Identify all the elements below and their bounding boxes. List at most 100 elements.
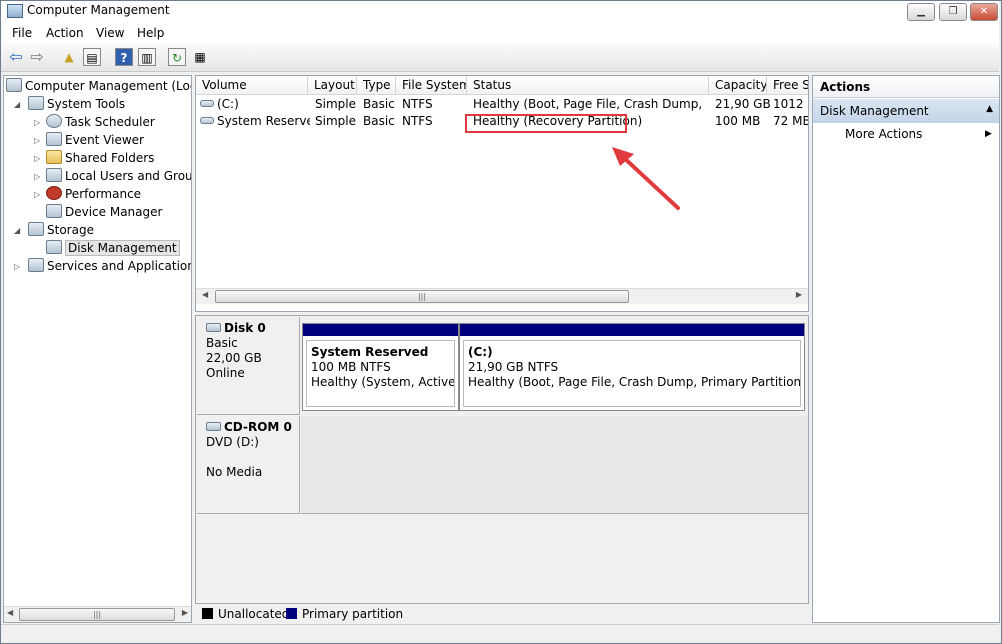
storage-icon (28, 222, 44, 236)
table-row[interactable]: (C:) (200, 96, 306, 113)
tree-item-services-and-applications[interactable]: Services and Applications (28, 257, 191, 275)
cell-layout: Simple (315, 114, 356, 128)
expand-arrow-icon[interactable]: ▷ (34, 136, 40, 145)
column-header-type[interactable]: Type (357, 76, 396, 95)
unallocated-swatch (202, 608, 213, 619)
up-folder-icon[interactable]: ▲ (60, 48, 78, 66)
partition-status: Healthy (Boot, Page File, Crash Dump, Pr… (468, 375, 801, 389)
hard-disk-icon (206, 323, 221, 332)
menu-bar: File Action View Help (1, 22, 999, 44)
expand-arrow-icon[interactable]: ▷ (34, 154, 40, 163)
cell-free-space: 72 MB (773, 114, 809, 128)
collapse-arrow-icon[interactable]: ◢ (14, 100, 20, 109)
disk-name: Disk 0 (224, 321, 266, 335)
scrollbar-thumb[interactable]: ||| (215, 290, 629, 303)
column-header-volume[interactable]: Volume (196, 76, 308, 95)
properties-icon[interactable]: ▦ (191, 48, 209, 66)
collapse-arrow-icon[interactable]: ◢ (14, 226, 20, 235)
disk-type: DVD (D:) (206, 435, 259, 449)
expand-arrow-icon[interactable]: ▷ (34, 118, 40, 127)
expand-arrow-icon[interactable]: ▷ (34, 172, 40, 181)
scroll-right-arrow-icon[interactable]: ▶ (182, 608, 188, 617)
column-header-capacity[interactable]: Capacity (709, 76, 767, 95)
column-header-layout[interactable]: Layout (308, 76, 357, 95)
scroll-left-arrow-icon[interactable]: ◀ (7, 608, 13, 617)
menu-view[interactable]: View (96, 26, 124, 40)
back-arrow-icon[interactable]: ⇦ (7, 48, 25, 66)
cdrom-0-label[interactable]: CD-ROM 0 DVD (D:) No Media (197, 416, 300, 514)
cell-capacity: 100 MB (715, 114, 761, 128)
minimize-button[interactable]: ▁ (907, 3, 935, 21)
actions-section-disk-management[interactable]: Disk Management ▲ (813, 99, 999, 123)
disk-0-label[interactable]: Disk 0 Basic 22,00 GB Online (197, 317, 300, 415)
partition-system-reserved[interactable]: System Reserved 100 MB NTFS Healthy (Sys… (302, 323, 459, 411)
cell-type: Basic (363, 114, 395, 128)
disk-name: CD-ROM 0 (224, 420, 292, 434)
partition-status: Healthy (System, Active, Pr (311, 375, 455, 389)
tree-item-device-manager[interactable]: Device Manager (46, 203, 162, 221)
primary-partition-bar (460, 324, 804, 336)
scroll-left-arrow-icon[interactable]: ◀ (202, 290, 208, 299)
help-icon[interactable]: ? (115, 48, 133, 66)
services-icon (28, 258, 44, 272)
menu-file[interactable]: File (12, 26, 32, 40)
forward-arrow-icon[interactable]: ⇨ (28, 48, 46, 66)
tree-item-event-viewer[interactable]: Event Viewer (46, 131, 144, 149)
navigation-tree: Computer Management (Local ◢ System Tool… (3, 75, 192, 623)
tree-item-disk-management[interactable]: Disk Management (46, 239, 180, 257)
disk-state: Online (206, 366, 245, 380)
scroll-right-arrow-icon[interactable]: ▶ (796, 290, 802, 299)
performance-icon (46, 186, 62, 200)
cell-type: Basic (363, 97, 395, 111)
tree-item-system-tools[interactable]: System Tools (28, 95, 125, 113)
disk-map: Disk 0 Basic 22,00 GB Online System Rese… (195, 315, 809, 623)
disk-state: No Media (206, 465, 263, 479)
show-action-pane-icon[interactable]: ▥ (138, 48, 156, 66)
drive-icon (200, 100, 214, 107)
column-header-file-system[interactable]: File System (396, 76, 467, 95)
cell-file-system: NTFS (402, 114, 433, 128)
expand-arrow-icon[interactable]: ▷ (34, 190, 40, 199)
computer-management-icon (7, 4, 23, 18)
expand-arrow-icon[interactable]: ▷ (14, 262, 20, 271)
list-horizontal-scrollbar[interactable]: ◀ ||| ▶ (196, 288, 808, 304)
tree-item-task-scheduler[interactable]: Task Scheduler (46, 113, 155, 131)
tree-item-shared-folders[interactable]: Shared Folders (46, 149, 154, 167)
partition-c-drive[interactable]: (C:) 21,90 GB NTFS Healthy (Boot, Page F… (459, 323, 805, 411)
tree-item-local-users-and-groups[interactable]: Local Users and Groups (46, 167, 191, 185)
tools-icon (28, 96, 44, 110)
show-hide-tree-icon[interactable]: ▤ (83, 48, 101, 66)
title-bar: Computer Management ▁ ❐ ✕ (1, 1, 999, 22)
partition-title: System Reserved (311, 345, 429, 359)
menu-help[interactable]: Help (137, 26, 164, 40)
tree-item-storage[interactable]: Storage (28, 221, 94, 239)
status-bar (1, 624, 999, 642)
restore-button[interactable]: ❐ (939, 3, 967, 21)
cell-status: Healthy (Boot, Page File, Crash Dump, Pr… (473, 97, 707, 111)
close-button[interactable]: ✕ (970, 3, 998, 21)
scrollbar-thumb[interactable]: ||| (19, 608, 175, 621)
cell-layout: Simple (315, 97, 356, 111)
disk-management-icon (46, 240, 62, 254)
primary-partition-bar (303, 324, 458, 336)
drive-icon (200, 117, 214, 124)
primary-partition-swatch (286, 608, 297, 619)
computer-icon (6, 78, 22, 92)
collapse-section-icon[interactable]: ▲ (986, 104, 993, 114)
column-header-status[interactable]: Status (467, 76, 709, 95)
cell-capacity: 21,90 GB (715, 97, 771, 111)
tree-item-performance[interactable]: Performance (46, 185, 141, 203)
partition-title: (C:) (468, 345, 493, 359)
more-actions-item[interactable]: More Actions (845, 127, 922, 141)
table-row[interactable]: System Reserved (200, 113, 310, 130)
refresh-icon[interactable]: ↻ (168, 48, 186, 66)
tree-horizontal-scrollbar[interactable]: ◀ ||| ▶ (4, 606, 191, 622)
tree-root-computer-management[interactable]: Computer Management (Local (6, 77, 191, 95)
toolbar: ⇦ ⇨ ▲ ▤ ? ▥ ↻ ▦ (1, 44, 999, 72)
partition-size: 100 MB NTFS (311, 360, 391, 374)
column-header-free-space[interactable]: Free Sp (767, 76, 808, 95)
annotation-arrow (612, 147, 680, 210)
submenu-arrow-icon[interactable]: ▶ (985, 129, 992, 139)
disk-size: 22,00 GB (206, 351, 262, 365)
menu-action[interactable]: Action (46, 26, 84, 40)
